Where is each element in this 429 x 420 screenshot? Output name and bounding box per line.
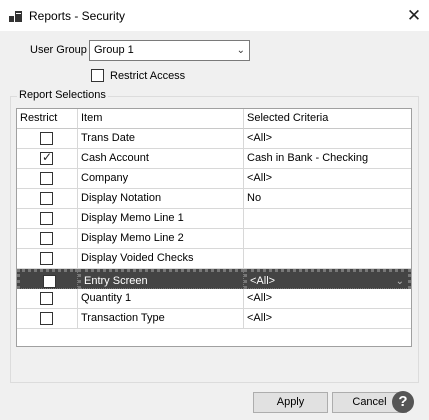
apply-button[interactable]: Apply: [253, 392, 328, 413]
table-row[interactable]: ✓ Cash Account Cash in Bank - Checking: [17, 149, 411, 169]
restrict-checkbox[interactable]: [40, 172, 53, 185]
item-cell[interactable]: Trans Date: [78, 129, 244, 149]
table-row[interactable]: Display Memo Line 1: [17, 209, 411, 229]
user-group-select[interactable]: Group 1 ⌄: [89, 40, 250, 61]
close-button[interactable]: ✕: [399, 0, 429, 31]
user-group-value: Group 1: [94, 44, 134, 56]
criteria-cell[interactable]: Cash in Bank - Checking: [244, 149, 411, 169]
column-header-criteria[interactable]: Selected Criteria: [244, 109, 411, 129]
item-cell[interactable]: Company: [78, 169, 244, 189]
window-title: Reports - Security: [29, 9, 126, 23]
reports-app-icon: [9, 11, 22, 22]
criteria-value: <All>: [250, 275, 276, 287]
criteria-cell[interactable]: [244, 209, 411, 229]
chevron-down-icon: ⌄: [236, 45, 245, 56]
close-icon: ✕: [406, 5, 422, 25]
item-cell[interactable]: Display Memo Line 2: [78, 229, 244, 249]
column-header-item[interactable]: Item: [78, 109, 244, 129]
criteria-cell[interactable]: <All>: [244, 129, 411, 149]
table-row[interactable]: Quantity 1 <All>: [17, 289, 411, 309]
column-header-restrict[interactable]: Restrict: [17, 109, 78, 129]
restrict-checkbox[interactable]: [40, 312, 53, 325]
item-cell[interactable]: Display Memo Line 1: [78, 209, 244, 229]
checkmark-icon: ✓: [42, 150, 53, 164]
table-row[interactable]: Company <All>: [17, 169, 411, 189]
table-row[interactable]: Display Notation No: [17, 189, 411, 209]
restrict-checkbox[interactable]: [40, 232, 53, 245]
item-cell[interactable]: Display Voided Checks: [78, 249, 244, 269]
report-selections-grid[interactable]: Restrict Item Selected Criteria Trans Da…: [16, 108, 412, 347]
chevron-down-icon[interactable]: ⌄: [396, 272, 404, 288]
report-selections-title: Report Selections: [17, 89, 108, 101]
restrict-checkbox[interactable]: [40, 252, 53, 265]
table-row[interactable]: Transaction Type <All>: [17, 309, 411, 329]
restrict-access-checkbox[interactable]: [91, 69, 104, 82]
criteria-cell[interactable]: No: [244, 189, 411, 209]
restrict-access-label: Restrict Access: [110, 70, 186, 82]
restrict-checkbox[interactable]: [40, 292, 53, 305]
criteria-cell[interactable]: <All>: [244, 169, 411, 189]
item-cell[interactable]: Entry Screen: [78, 269, 244, 289]
restrict-checkbox[interactable]: [40, 132, 53, 145]
restrict-checkbox[interactable]: [40, 212, 53, 225]
restrict-checkbox[interactable]: ✓: [40, 150, 53, 165]
item-cell[interactable]: Quantity 1: [78, 289, 244, 309]
criteria-cell[interactable]: <All>: [244, 309, 411, 329]
user-group-label: User Group: [30, 44, 87, 56]
table-row-selected[interactable]: Entry Screen <All> ⌄: [17, 269, 411, 289]
table-row[interactable]: Trans Date <All>: [17, 129, 411, 149]
restrict-checkbox[interactable]: [43, 275, 56, 288]
criteria-cell[interactable]: <All>: [244, 289, 411, 309]
title-bar: Reports - Security ✕: [0, 0, 429, 31]
item-cell[interactable]: Display Notation: [78, 189, 244, 209]
help-icon[interactable]: ?: [392, 391, 414, 413]
table-row[interactable]: Display Voided Checks: [17, 249, 411, 269]
item-cell[interactable]: Cash Account: [78, 149, 244, 169]
table-row[interactable]: Display Memo Line 2: [17, 229, 411, 249]
restrict-checkbox[interactable]: [40, 192, 53, 205]
criteria-dropdown[interactable]: <All> ⌄: [244, 269, 411, 289]
grid-header: Restrict Item Selected Criteria: [17, 109, 411, 129]
item-cell[interactable]: Transaction Type: [78, 309, 244, 329]
criteria-cell[interactable]: [244, 249, 411, 269]
criteria-cell[interactable]: [244, 229, 411, 249]
